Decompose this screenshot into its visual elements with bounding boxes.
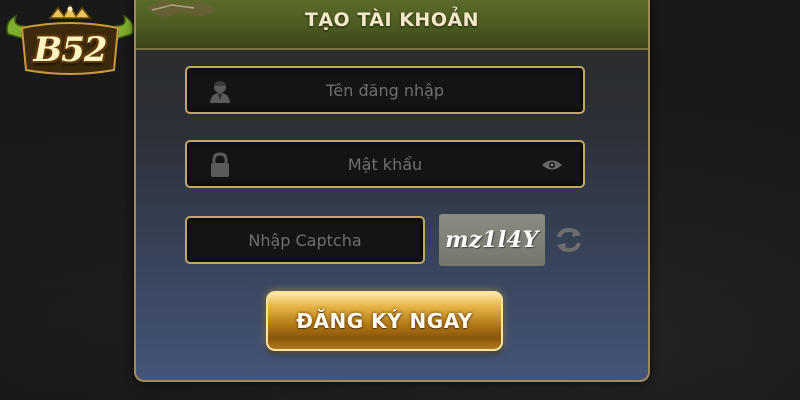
refresh-icon[interactable] (553, 224, 585, 256)
panel-header: TẠO TÀI KHOẢN (136, 0, 648, 50)
screen: B52 TẠO TÀI KHOẢN Tên đăng nhập Nhập Cap… (0, 0, 800, 400)
username-field[interactable] (185, 66, 585, 114)
panel-title: TẠO TÀI KHOẢN (304, 9, 480, 31)
captcha-field[interactable] (185, 216, 425, 264)
username-input[interactable] (187, 68, 583, 112)
eye-icon[interactable] (541, 159, 563, 171)
password-field[interactable] (185, 140, 585, 188)
b52-logo: B52 (2, 4, 138, 78)
captcha-image: mz1l4Y (439, 214, 545, 266)
logo-text: B52 (33, 30, 107, 70)
captcha-input[interactable] (187, 218, 423, 262)
password-input[interactable] (187, 142, 583, 186)
register-button[interactable]: ĐĂNG KÝ NGAY (266, 291, 503, 351)
